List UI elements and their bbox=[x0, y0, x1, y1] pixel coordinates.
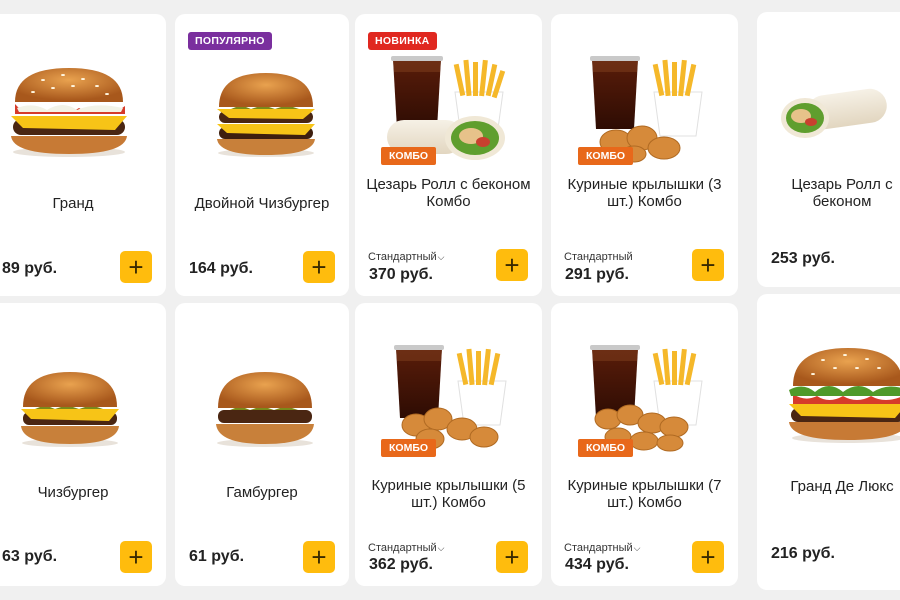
size-selector[interactable]: Стандартный⌵ bbox=[368, 542, 444, 554]
size-label: Стандартный bbox=[368, 251, 437, 263]
add-to-cart-button[interactable]: + bbox=[303, 251, 335, 283]
product-card-grand[interactable]: Гранд 89 руб. + bbox=[0, 14, 166, 296]
size-label: Стандартный bbox=[564, 542, 633, 554]
plus-icon: + bbox=[311, 252, 327, 282]
chevron-down-icon: ⌵ bbox=[437, 543, 445, 553]
wrap-image bbox=[779, 84, 889, 144]
add-to-cart-button[interactable]: + bbox=[120, 541, 152, 573]
product-price: 61 руб. bbox=[189, 548, 245, 565]
combo-tag: КОМБО bbox=[578, 439, 634, 457]
product-name: Куриные крылышки (5 шт.) Комбо bbox=[371, 477, 526, 511]
product-card-cheeseburger[interactable]: Чизбургер 63 руб. + bbox=[0, 303, 166, 586]
product-name: Куриные крылышки (3 шт.) Комбо bbox=[567, 176, 722, 210]
add-to-cart-button[interactable]: + bbox=[692, 249, 724, 281]
new-badge: НОВИНКА bbox=[368, 32, 437, 50]
product-name: Цезарь Ролл с беконом Комбо bbox=[366, 176, 531, 210]
product-name: Гамбургер bbox=[226, 484, 298, 501]
add-to-cart-button[interactable]: + bbox=[303, 541, 335, 573]
size-selector[interactable]: Стандартный bbox=[564, 251, 633, 263]
product-name: Гранд Де Люкс bbox=[790, 478, 894, 495]
product-card-caesar-roll-combo[interactable]: НОВИНКА КОМБО Цезарь Ролл с беконом Комб… bbox=[355, 14, 542, 296]
product-card-wings-7-combo[interactable]: КОМБО Куриные крылышки (7 шт.) Комбо Ста… bbox=[551, 303, 738, 586]
product-price: 164 руб. bbox=[189, 260, 253, 277]
product-price: 89 руб. bbox=[2, 260, 58, 277]
add-to-cart-button[interactable]: + bbox=[120, 251, 152, 283]
product-card-wings-5-combo[interactable]: КОМБО Куриные крылышки (5 шт.) Комбо Ста… bbox=[355, 303, 542, 586]
size-label: Стандартный bbox=[564, 251, 633, 263]
plus-icon: + bbox=[700, 542, 716, 572]
plus-icon: + bbox=[504, 250, 520, 280]
burger-image bbox=[783, 344, 900, 444]
size-selector[interactable]: Стандартный⌵ bbox=[564, 542, 640, 554]
plus-icon: + bbox=[128, 542, 144, 572]
plus-icon: + bbox=[504, 542, 520, 572]
add-to-cart-button[interactable]: + bbox=[496, 249, 528, 281]
product-card-grand-deluxe[interactable]: Гранд Де Люкс 216 руб. bbox=[757, 294, 900, 590]
plus-icon: + bbox=[311, 542, 327, 572]
product-price: 253 руб. bbox=[771, 250, 835, 267]
product-name: Гранд bbox=[52, 195, 94, 212]
size-label: Стандартный bbox=[368, 542, 437, 554]
combo-tag: КОМБО bbox=[578, 147, 634, 165]
burger-image bbox=[15, 368, 125, 448]
product-price: 362 руб. bbox=[369, 556, 433, 573]
product-card-caesar-roll[interactable]: Цезарь Ролл с беконом 253 руб. bbox=[757, 12, 900, 287]
product-price: 216 руб. bbox=[771, 545, 835, 562]
chevron-down-icon: ⌵ bbox=[437, 252, 445, 262]
combo-tag: КОМБО bbox=[381, 439, 437, 457]
popular-badge: ПОПУЛЯРНО bbox=[188, 32, 272, 50]
product-price: 434 руб. bbox=[565, 556, 629, 573]
product-price: 291 руб. bbox=[565, 266, 629, 283]
plus-icon: + bbox=[700, 250, 716, 280]
product-card-wings-3-combo[interactable]: КОМБО Куриные крылышки (3 шт.) Комбо Ста… bbox=[551, 14, 738, 296]
product-name: Чизбургер bbox=[37, 484, 109, 501]
add-to-cart-button[interactable]: + bbox=[692, 541, 724, 573]
product-name: Цезарь Ролл с беконом bbox=[791, 176, 893, 210]
product-card-double-cheeseburger[interactable]: ПОПУЛЯРНО Двойной Чизбургер 164 руб. + bbox=[175, 14, 349, 296]
product-name: Куриные крылышки (7 шт.) Комбо bbox=[567, 477, 722, 511]
product-name: Двойной Чизбургер bbox=[194, 195, 330, 212]
burger-image bbox=[3, 64, 138, 159]
size-selector[interactable]: Стандартный⌵ bbox=[368, 251, 444, 263]
burger-image bbox=[211, 69, 321, 159]
product-price: 370 руб. bbox=[369, 266, 433, 283]
chevron-down-icon: ⌵ bbox=[633, 543, 641, 553]
product-card-hamburger[interactable]: Гамбургер 61 руб. + bbox=[175, 303, 349, 586]
burger-image bbox=[210, 368, 320, 448]
plus-icon: + bbox=[128, 252, 144, 282]
add-to-cart-button[interactable]: + bbox=[496, 541, 528, 573]
combo-tag: КОМБО bbox=[381, 147, 437, 165]
product-price: 63 руб. bbox=[2, 548, 58, 565]
